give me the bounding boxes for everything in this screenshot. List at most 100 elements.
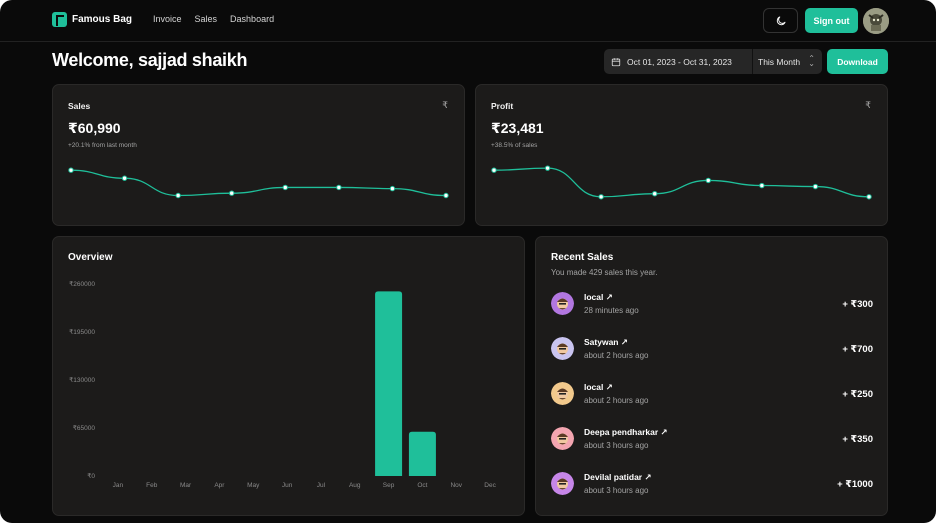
profit-title: Profit — [491, 101, 514, 111]
y-tick-label: ₹0 — [87, 472, 95, 480]
recent-sales-subtitle: You made 429 sales this year. — [551, 268, 658, 277]
user-avatar[interactable] — [863, 8, 889, 34]
data-point[interactable] — [68, 167, 74, 173]
sale-amount: + ₹300 — [842, 299, 873, 310]
data-point[interactable] — [491, 167, 497, 173]
customer-name[interactable]: local ↗ — [584, 382, 613, 393]
bar-oct[interactable] — [408, 431, 436, 476]
avatar — [551, 382, 574, 405]
list-item[interactable]: Satywan ↗ about 2 hours ago + ₹700 — [551, 334, 873, 364]
data-point[interactable] — [175, 192, 181, 199]
chevron-up-down-icon: ⌃ ⌄ — [808, 54, 815, 68]
data-point[interactable] — [443, 192, 449, 199]
date-range-picker[interactable]: Oct 01, 2023 - Oct 31, 2023 — [604, 49, 752, 74]
avatar — [551, 292, 574, 315]
sales-title: Sales — [68, 101, 91, 111]
date-range-value: Oct 01, 2023 - Oct 31, 2023 — [627, 56, 732, 67]
x-tick-label: Apr — [214, 482, 225, 489]
series-line — [493, 167, 870, 198]
period-value: This Month — [758, 56, 801, 67]
data-point[interactable] — [705, 177, 711, 184]
user-avatar-image — [863, 8, 889, 34]
list-item[interactable]: Devilal patidar ↗ about 3 hours ago + ₹100… — [551, 469, 873, 499]
bar-sep[interactable] — [375, 291, 403, 476]
page-title: Welcome, sajjad shaikh — [52, 50, 248, 70]
y-tick-label: ₹130000 — [69, 376, 95, 384]
profit-sparkline — [491, 165, 872, 200]
customer-name[interactable]: Satywan ↗ — [584, 337, 628, 348]
x-tick-label: May — [247, 482, 260, 489]
customer-name[interactable]: local ↗ — [584, 292, 613, 303]
y-tick-label: ₹65000 — [73, 424, 96, 432]
rupee-icon: ₹ — [865, 100, 871, 110]
y-tick-label: ₹195000 — [69, 328, 95, 336]
list-item[interactable]: local ↗ about 2 hours ago + ₹250 — [551, 379, 873, 409]
sale-time: about 2 hours ago — [584, 351, 649, 360]
avatar — [551, 472, 574, 495]
sale-amount: + ₹350 — [842, 434, 873, 445]
data-point[interactable] — [282, 184, 288, 191]
nav-link-sales[interactable]: Sales — [195, 14, 218, 24]
nav-links: Invoice Sales Dashboard — [153, 14, 274, 24]
data-point[interactable] — [652, 191, 658, 197]
brand-mark-icon — [52, 12, 67, 27]
period-select[interactable]: This Month ⌃ ⌄ — [752, 49, 822, 74]
customer-name[interactable]: Deepa pendharkar ↗ — [584, 427, 668, 438]
data-point[interactable] — [336, 184, 342, 191]
data-point[interactable] — [759, 182, 765, 189]
y-tick-label: ₹260000 — [69, 280, 95, 288]
sales-card: Sales ₹ ₹60,990 +20.1% from last month — [52, 84, 465, 226]
moon-icon — [776, 16, 785, 25]
series-line — [70, 169, 447, 197]
recent-sales-card: Recent Sales You made 429 sales this yea… — [535, 236, 888, 516]
sales-value: ₹60,990 — [68, 120, 121, 136]
avatar — [551, 427, 574, 450]
sale-time: about 2 hours ago — [584, 396, 649, 405]
data-point[interactable] — [544, 165, 551, 171]
x-tick-label: Feb — [146, 482, 158, 489]
x-tick-label: Sep — [383, 482, 395, 489]
sales-sparkline — [68, 167, 449, 199]
data-point[interactable] — [121, 175, 128, 181]
sale-amount: + ₹700 — [842, 344, 873, 355]
nav-link-invoice[interactable]: Invoice — [153, 14, 182, 24]
x-tick-label: Jul — [317, 482, 326, 489]
brand-logo[interactable]: Famous Bag — [52, 12, 132, 27]
sale-amount: + ₹250 — [842, 389, 873, 400]
x-tick-label: Oct — [417, 482, 427, 489]
top-nav: Famous Bag Invoice Sales Dashboard Sign … — [0, 0, 936, 42]
data-point[interactable] — [866, 194, 872, 200]
data-point[interactable] — [389, 185, 396, 192]
x-tick-label: Jan — [113, 482, 124, 489]
profit-card: Profit ₹ ₹23,481 +38.5% of sales — [475, 84, 888, 226]
x-tick-label: Nov — [450, 482, 462, 489]
sale-time: about 3 hours ago — [584, 486, 649, 495]
overview-bar-chart: ₹0 ₹65000 ₹130000 ₹195000 ₹260000 Jan Feb Mar Ap… — [69, 280, 496, 489]
list-item[interactable]: local ↗ 28 minutes ago + ₹300 — [551, 289, 873, 319]
list-item[interactable]: Deepa pendharkar ↗ about 3 hours ago + ₹35… — [551, 424, 873, 454]
overview-card: Overview ₹0 ₹65000 ₹130000 ₹195000 ₹260000 Ja… — [52, 236, 525, 516]
data-point[interactable] — [812, 183, 819, 190]
avatar — [551, 337, 574, 360]
profit-change: +38.5% of sales — [491, 142, 538, 149]
brand-name: Famous Bag — [72, 14, 133, 25]
nav-link-dashboard[interactable]: Dashboard — [230, 14, 274, 24]
x-tick-label: Mar — [180, 482, 192, 489]
data-point[interactable] — [229, 190, 235, 196]
customer-name[interactable]: Devilal patidar ↗ — [584, 472, 652, 483]
rupee-icon: ₹ — [442, 100, 448, 110]
x-tick-label: Dec — [484, 482, 496, 489]
data-point[interactable] — [598, 194, 604, 200]
calendar-icon — [611, 57, 621, 66]
x-tick-label: Aug — [349, 482, 361, 489]
theme-toggle-button[interactable] — [763, 8, 798, 33]
download-button[interactable]: Download — [827, 49, 888, 74]
recent-sales-title: Recent Sales — [551, 252, 614, 263]
sale-time: 28 minutes ago — [584, 306, 639, 315]
app-window: Famous Bag Invoice Sales Dashboard Sign … — [0, 0, 936, 523]
sales-change: +20.1% from last month — [68, 142, 137, 149]
sale-time: about 3 hours ago — [584, 441, 649, 450]
x-tick-label: Jun — [282, 482, 293, 489]
profit-value: ₹23,481 — [491, 120, 544, 136]
sign-out-button[interactable]: Sign out — [805, 8, 858, 33]
